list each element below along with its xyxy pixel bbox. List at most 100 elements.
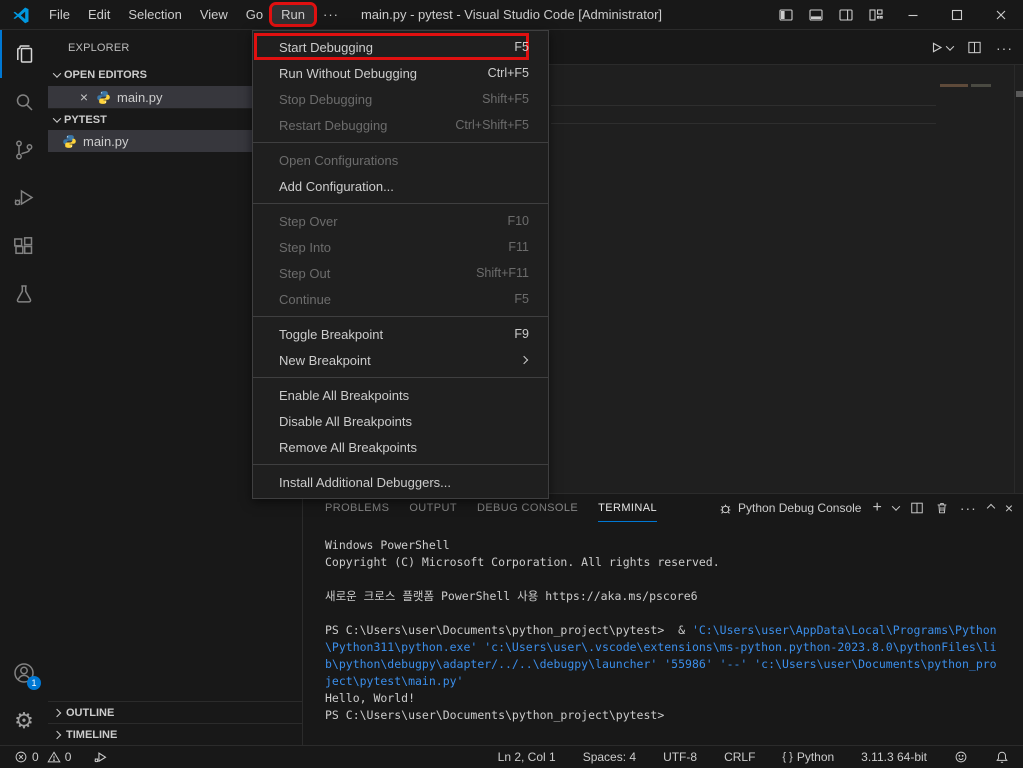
kill-terminal-icon[interactable] [935,501,949,515]
menubar-overflow[interactable]: ··· [314,5,348,24]
toggle-panel-icon[interactable] [801,0,831,29]
menu-item-label: Restart Debugging [279,118,387,133]
menu-item-add-configuration[interactable]: Add Configuration... [253,173,548,199]
minimap [971,84,991,87]
outline-section-header[interactable]: OUTLINE [48,701,302,723]
split-terminal-icon[interactable] [910,501,924,515]
menu-item-shortcut: Ctrl+F5 [488,66,529,80]
menu-item-remove-all-breakpoints[interactable]: Remove All Breakpoints [253,434,548,460]
menu-item-shortcut: F10 [507,214,529,228]
editor-scrollbar[interactable] [1014,65,1023,493]
menu-item-enable-all-breakpoints[interactable]: Enable All Breakpoints [253,382,548,408]
menu-item-disable-all-breakpoints[interactable]: Disable All Breakpoints [253,408,548,434]
chevron-right-icon [53,708,61,716]
testing-icon[interactable] [0,270,48,318]
menu-item-step-over[interactable]: Step Over F10 [253,208,548,234]
indentation[interactable]: Spaces: 4 [579,750,640,764]
split-editor-icon[interactable] [967,40,982,55]
minimap [940,84,968,87]
menu-item-label: Remove All Breakpoints [279,440,417,455]
run-icon[interactable] [929,40,953,55]
accounts-icon[interactable]: 1 [0,649,48,697]
run-menu-dropdown: Start Debugging F5 Run Without Debugging Ct… [252,30,549,499]
terminal-dropdown-chevron-icon[interactable] [892,502,900,510]
menu-item-label: Run Without Debugging [279,66,417,81]
eol-sequence[interactable]: CRLF [720,750,759,764]
toggle-secondary-sidebar-icon[interactable] [831,0,861,29]
chevron-right-icon [53,730,61,738]
menu-item-step-into[interactable]: Step IntoF11 [253,234,548,260]
encoding[interactable]: UTF-8 [659,750,701,764]
menubar: FileEditSelectionViewGoRun [40,5,314,24]
menu-file[interactable]: File [40,5,79,24]
settings-gear-icon[interactable]: ⚙ [0,697,48,745]
scrollbar-thumb[interactable] [1016,91,1023,97]
new-terminal-icon[interactable]: + [872,499,881,517]
menu-run[interactable]: Run [272,5,314,24]
search-icon[interactable] [0,78,48,126]
source-control-icon[interactable] [0,126,48,174]
error-icon [14,750,28,764]
terminal-output[interactable]: Windows PowerShellCopyright (C) Microsof… [303,522,1023,724]
warning-icon [47,750,61,764]
terminal-line [325,571,1023,588]
debug-console-icon [718,501,733,516]
menu-item-label: Start Debugging [279,40,373,55]
more-icon[interactable]: ··· [960,500,977,516]
menu-separator [253,142,548,143]
menu-item-shortcut: F5 [514,40,529,54]
close-panel-icon[interactable]: × [1005,500,1013,516]
menu-item-restart-debugging[interactable]: Restart Debugging Ctrl+Shift+F5 [253,112,548,138]
maximize-panel-icon[interactable] [987,504,995,512]
panel-tab-terminal[interactable]: TERMINAL [598,495,657,522]
menu-item-toggle-breakpoint[interactable]: Toggle BreakpointF9 [253,321,548,347]
open-editor-filename: main.py [117,90,163,105]
toggle-primary-sidebar-icon[interactable] [771,0,801,29]
menu-item-continue[interactable]: ContinueF5 [253,286,548,312]
notifications-bell-icon[interactable] [991,750,1013,764]
terminal-line: Copyright (C) Microsoft Corporation. All… [325,554,1023,571]
close-editor-icon[interactable]: × [76,89,92,105]
minimize-icon[interactable] [891,0,935,29]
extensions-icon[interactable] [0,222,48,270]
feedback-icon[interactable] [950,750,972,764]
menu-item-label: New Breakpoint [279,353,371,368]
menu-item-label: Toggle Breakpoint [279,327,383,342]
menu-item-install-additional-debuggers[interactable]: Install Additional Debuggers... [253,469,548,495]
menu-item-open-configurations[interactable]: Open Configurations [253,147,548,173]
menu-edit[interactable]: Edit [79,5,119,24]
close-icon[interactable] [979,0,1023,29]
menu-selection[interactable]: Selection [119,5,190,24]
menu-go[interactable]: Go [237,5,272,24]
debug-status-icon[interactable] [89,750,112,765]
customize-layout-icon[interactable] [861,0,891,29]
terminal-line: PS C:\Users\user\Documents\python_projec… [325,707,1023,724]
menu-item-step-out[interactable]: Step OutShift+F11 [253,260,548,286]
menu-separator [253,203,548,204]
python-interpreter[interactable]: 3.11.3 64-bit [857,750,931,764]
menu-item-new-breakpoint[interactable]: New Breakpoint [253,347,548,373]
menu-item-start-debugging[interactable]: Start Debugging F5 [253,34,548,60]
language-mode[interactable]: { } Python [778,750,838,764]
terminal-line: PS C:\Users\user\Documents\python_projec… [325,622,1023,639]
menu-item-shortcut: F11 [508,240,529,254]
cursor-position[interactable]: Ln 2, Col 1 [494,750,560,764]
more-actions-icon[interactable]: ··· [996,40,1013,56]
menu-item-stop-debugging[interactable]: Stop DebuggingShift+F5 [253,86,548,112]
problems-status[interactable]: 0 0 [10,750,75,764]
timeline-section-header[interactable]: TIMELINE [48,723,302,745]
run-dropdown-chevron-icon[interactable] [946,42,954,50]
terminal-line: \Python311\python.exe' 'c:\Users\user\.v… [325,639,1023,656]
menu-item-shortcut: Shift+F5 [482,92,529,106]
run-and-debug-icon[interactable] [0,174,48,222]
menu-item-run-without-debugging[interactable]: Run Without Debugging Ctrl+F5 [253,60,548,86]
menu-item-label: Step Over [279,214,338,229]
menu-item-shortcut: Ctrl+Shift+F5 [455,118,529,132]
menu-item-label: Open Configurations [279,153,398,168]
terminal-instance[interactable]: Python Debug Console [718,501,861,516]
python-file-icon [96,90,111,105]
maximize-icon[interactable] [935,0,979,29]
chevron-down-icon [53,114,61,122]
menu-view[interactable]: View [191,5,237,24]
explorer-icon[interactable] [0,30,48,78]
